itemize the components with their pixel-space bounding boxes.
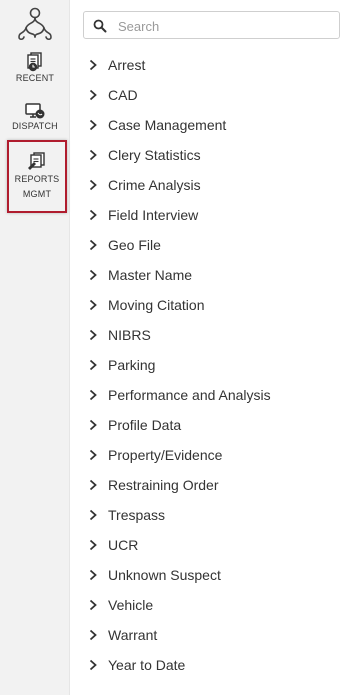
chevron-right-icon [89,239,97,251]
app-root: RECENT DISPATCH REPORTS MGMT Search Arre… [0,0,352,695]
list-item-performance-and-analysis[interactable]: Performance and Analysis [88,380,348,410]
list-item-crime-analysis[interactable]: Crime Analysis [88,170,348,200]
list-item-year-to-date[interactable]: Year to Date [88,650,348,680]
list-item-label: Trespass [108,507,166,523]
list-item-cad[interactable]: CAD [88,80,348,110]
chevron-right-icon [89,449,97,461]
left-nav-rail: RECENT DISPATCH REPORTS MGMT [0,0,70,695]
chevron-right-icon [89,299,97,311]
chevron-right-icon [89,179,97,191]
chevron-right-icon [89,599,97,611]
list-item-vehicle[interactable]: Vehicle [88,590,348,620]
chevron-right-icon [89,659,97,671]
chevron-right-icon [89,569,97,581]
list-item-label: Arrest [108,57,146,73]
search-icon [93,19,107,33]
reports-icon [28,152,45,170]
chevron-right-icon [89,149,97,161]
list-item-geo-file[interactable]: Geo File [88,230,348,260]
list-item-warrant[interactable]: Warrant [88,620,348,650]
list-item-arrest[interactable]: Arrest [88,50,348,80]
list-item-label: Moving Citation [108,297,205,313]
list-item-ucr[interactable]: UCR [88,530,348,560]
chevron-right-icon [89,389,97,401]
list-item-trespass[interactable]: Trespass [88,500,348,530]
list-item-nibrs[interactable]: NIBRS [88,320,348,350]
report-category-list: Arrest CAD Case Management Clery Statist… [88,50,348,680]
list-item-label: UCR [108,537,139,553]
dispatch-icon [25,103,45,119]
list-item-label: Warrant [108,627,158,643]
list-item-moving-citation[interactable]: Moving Citation [88,290,348,320]
list-item-label: Field Interview [108,207,199,223]
list-item-profile-data[interactable]: Profile Data [88,410,348,440]
nav-dispatch[interactable]: DISPATCH [0,102,70,132]
network-logo-icon[interactable] [16,6,54,42]
list-item-label: Case Management [108,117,227,133]
list-item-label: Clery Statistics [108,147,201,163]
list-item-unknown-suspect[interactable]: Unknown Suspect [88,560,348,590]
list-item-parking[interactable]: Parking [88,350,348,380]
recent-docs-icon [27,52,42,72]
nav-reports-label-line1: REPORTS [14,174,60,184]
list-item-property-evidence[interactable]: Property/Evidence [88,440,348,470]
chevron-right-icon [89,329,97,341]
chevron-right-icon [89,539,97,551]
search-box [83,11,340,39]
list-item-label: Vehicle [108,597,154,613]
chevron-right-icon [89,209,97,221]
chevron-right-icon [89,119,97,131]
nav-recent[interactable]: RECENT [0,52,70,84]
nav-reports-label-line2: MGMT [22,189,52,199]
list-item-label: Year to Date [108,657,186,673]
list-item-label: Geo File [108,237,161,253]
list-item-label: Restraining Order [108,477,219,493]
chevron-right-icon [89,359,97,371]
list-item-label: Master Name [108,267,193,283]
list-item-label: CAD [108,87,138,103]
chevron-right-icon [89,89,97,101]
chevron-right-icon [89,419,97,431]
chevron-right-icon [89,509,97,521]
list-item-label: Unknown Suspect [108,567,221,583]
chevron-right-icon [89,629,97,641]
list-item-master-name[interactable]: Master Name [88,260,348,290]
list-item-field-interview[interactable]: Field Interview [88,200,348,230]
chevron-right-icon [89,59,97,71]
chevron-right-icon [89,479,97,491]
list-item-label: Performance and Analysis [108,387,271,403]
list-item-label: Property/Evidence [108,447,223,463]
list-item-restraining-order[interactable]: Restraining Order [88,470,348,500]
search-input[interactable] [116,15,335,37]
list-item-clery-statistics[interactable]: Clery Statistics [88,140,348,170]
list-item-case-management[interactable]: Case Management [88,110,348,140]
list-item-label: Crime Analysis [108,177,201,193]
list-item-label: Profile Data [108,417,182,433]
nav-dispatch-label: DISPATCH [12,121,58,131]
nav-reports-mgmt[interactable]: REPORTS MGMT [7,140,67,213]
list-item-label: NIBRS [108,327,151,343]
list-item-label: Parking [108,357,156,373]
nav-recent-label: RECENT [15,73,55,83]
chevron-right-icon [89,269,97,281]
